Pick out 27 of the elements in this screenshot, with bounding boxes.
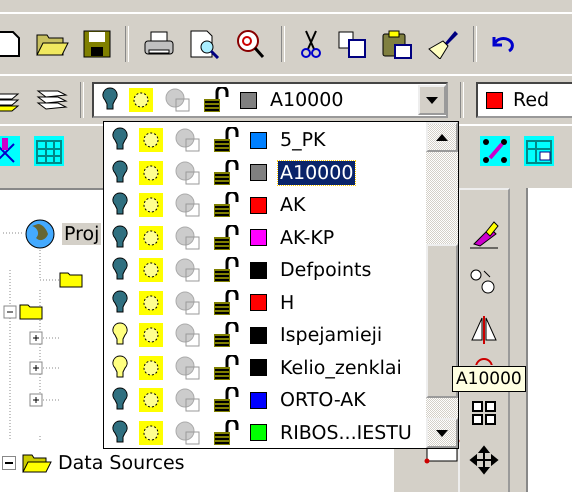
layer-dropdown[interactable]: A10000 [92,82,448,118]
layer-option[interactable]: AK-KP [104,222,426,254]
layer-name: A10000 [269,88,344,112]
layer-name: Kelio_zenklai [279,356,403,380]
layer-option[interactable]: RIBOS...IESTU [104,416,426,449]
layer-option[interactable]: Defpoints [104,254,426,286]
tooltip: A10000 [452,366,526,392]
layer-option[interactable]: H [104,286,426,319]
layer-name: Ispejamieji [279,323,384,348]
color-name: Red [512,88,550,112]
layer-option[interactable]: AK [104,189,426,222]
layer-option[interactable]: ORTO-AK [104,384,426,416]
layer-name: AK-KP [279,226,336,250]
tree-label[interactable]: Proj [62,223,102,245]
layer-option[interactable]: A10000 [104,156,426,189]
layer-name: 5_PK [279,128,327,152]
layer-name: RIBOS...IESTU [279,420,413,445]
layer-name: A10000 [278,160,356,185]
layer-option[interactable]: Kelio_zenklai [104,352,426,384]
layer-name: Defpoints [279,258,372,282]
layer-option[interactable]: Ispejamieji [104,319,426,352]
layer-name: ORTO-AK [279,388,367,412]
tree-label[interactable]: Data Sources [58,452,185,474]
layer-option[interactable]: 5_PK [104,124,426,156]
color-dropdown[interactable]: Red [476,82,572,118]
layer-name: AK [279,193,307,218]
layer-name: H [279,290,296,315]
